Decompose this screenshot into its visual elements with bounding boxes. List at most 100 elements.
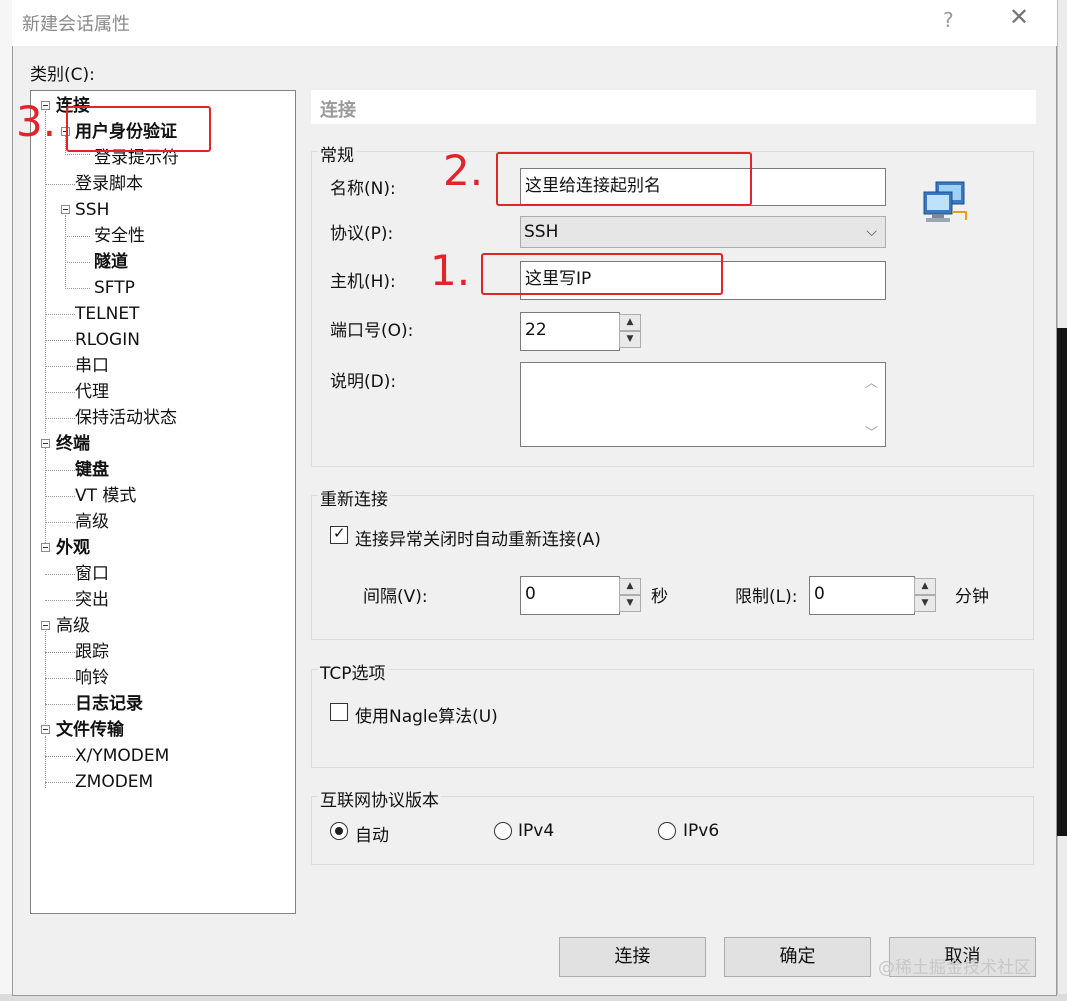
spin-down-icon[interactable]: ▼ bbox=[619, 595, 641, 612]
port-stepper[interactable]: ▲ ▼ bbox=[619, 314, 641, 348]
interval-stepper[interactable]: ▲ ▼ bbox=[619, 578, 641, 612]
auto-reconnect-checkbox[interactable]: ✓ bbox=[330, 524, 348, 544]
annotation-number-3: 3. bbox=[16, 97, 57, 146]
close-button[interactable]: ✕ bbox=[1009, 5, 1029, 29]
tree-item-terminal-advanced[interactable]: 高级 bbox=[75, 511, 109, 533]
general-group-title: 常规 bbox=[318, 141, 356, 166]
tree-item-serial[interactable]: 串口 bbox=[75, 355, 109, 377]
protocol-select[interactable]: SSH ⌵ bbox=[520, 216, 886, 248]
ok-button[interactable]: 确定 bbox=[724, 937, 871, 977]
tree-item-proxy[interactable]: 代理 bbox=[75, 381, 109, 403]
protocol-select-value: SSH bbox=[524, 222, 559, 242]
watermark: @稀土掘金技术社区 bbox=[878, 958, 1031, 978]
tree-connector bbox=[45, 626, 46, 732]
tree-item-window[interactable]: 窗口 bbox=[75, 563, 109, 585]
radio-ipv4[interactable] bbox=[494, 822, 512, 840]
tree-item-bell[interactable]: 响铃 bbox=[75, 667, 109, 689]
category-tree[interactable]: 连接 用户身份验证 登录提示符 登录脚本 SSH 安全性 隧道 SFTP TEL… bbox=[30, 90, 296, 914]
tree-item-zmodem[interactable]: ZMODEM bbox=[75, 771, 153, 793]
tree-connector bbox=[45, 736, 46, 788]
spin-up-icon[interactable]: ▲ bbox=[619, 314, 641, 331]
tree-connector bbox=[65, 236, 90, 237]
chevron-down-icon: ⌵ bbox=[866, 224, 877, 240]
tree-connector bbox=[45, 522, 75, 523]
panel-header bbox=[311, 90, 1036, 124]
nagle-checkbox[interactable] bbox=[330, 703, 348, 721]
interval-unit: 秒 bbox=[651, 587, 668, 607]
tree-connector bbox=[45, 652, 75, 653]
tree-connector bbox=[45, 704, 75, 705]
radio-ipv6-label: IPv6 bbox=[683, 821, 720, 841]
tree-item-sftp[interactable]: SFTP bbox=[94, 277, 135, 299]
description-field[interactable] bbox=[520, 362, 886, 447]
tree-item-highlight[interactable]: 突出 bbox=[75, 589, 109, 611]
tree-item-tunnel[interactable]: 隧道 bbox=[94, 251, 128, 273]
radio-ipv4-label: IPv4 bbox=[518, 821, 555, 841]
tree-connector bbox=[45, 184, 75, 185]
limit-stepper[interactable]: ▲ ▼ bbox=[914, 578, 936, 612]
tree-connector bbox=[45, 600, 75, 601]
reconnect-group-title: 重新连接 bbox=[318, 485, 390, 510]
collapse-icon[interactable] bbox=[61, 205, 70, 214]
annotation-number-1: 1. bbox=[430, 246, 471, 295]
tree-connector bbox=[45, 678, 75, 679]
tree-item-xymodem[interactable]: X/YMODEM bbox=[75, 745, 169, 767]
tree-item-ssh[interactable]: SSH bbox=[75, 199, 109, 221]
limit-field[interactable]: 0 bbox=[809, 576, 915, 615]
spin-up-icon[interactable]: ▲ bbox=[619, 578, 641, 595]
radio-selected-dot bbox=[335, 827, 343, 835]
collapse-icon[interactable] bbox=[41, 543, 50, 552]
collapse-icon[interactable] bbox=[41, 621, 50, 630]
tree-item-terminal[interactable]: 终端 bbox=[56, 433, 90, 455]
radio-auto-label: 自动 bbox=[355, 826, 389, 846]
spin-up-icon[interactable]: ▲ bbox=[914, 578, 936, 595]
tree-connector bbox=[45, 340, 75, 341]
annotation-number-2: 2. bbox=[443, 146, 484, 195]
tree-connector bbox=[45, 443, 46, 547]
annotation-box-host bbox=[481, 253, 723, 295]
tree-connector bbox=[45, 574, 75, 575]
tree-connector bbox=[45, 782, 75, 783]
tree-connector bbox=[45, 496, 75, 497]
help-button[interactable]: ? bbox=[943, 8, 954, 32]
interval-label: 间隔(V): bbox=[363, 587, 428, 607]
protocol-label: 协议(P): bbox=[330, 224, 394, 244]
collapse-icon[interactable] bbox=[41, 725, 50, 734]
tree-item-vt-mode[interactable]: VT 模式 bbox=[75, 485, 136, 507]
limit-unit: 分钟 bbox=[955, 587, 989, 607]
radio-auto[interactable] bbox=[330, 822, 348, 840]
tree-connector bbox=[65, 154, 90, 155]
tree-item-login-script[interactable]: 登录脚本 bbox=[75, 173, 143, 195]
panel-title: 连接 bbox=[320, 100, 356, 121]
collapse-icon[interactable] bbox=[41, 439, 50, 448]
tcp-group-title: TCP选项 bbox=[318, 659, 388, 684]
tree-connector bbox=[45, 756, 75, 757]
tree-connector bbox=[45, 366, 75, 367]
port-label: 端口号(O): bbox=[330, 321, 414, 341]
tree-connector bbox=[45, 470, 75, 471]
tree-item-advanced[interactable]: 高级 bbox=[56, 615, 90, 637]
tree-item-security[interactable]: 安全性 bbox=[94, 225, 145, 247]
port-field[interactable]: 22 bbox=[520, 312, 620, 351]
interval-field[interactable]: 0 bbox=[520, 576, 620, 615]
scroll-up-icon[interactable]: ︿ bbox=[865, 372, 878, 391]
spin-down-icon[interactable]: ▼ bbox=[619, 331, 641, 348]
tree-item-file-transfer[interactable]: 文件传输 bbox=[56, 719, 124, 741]
tree-connector bbox=[65, 288, 90, 289]
scroll-down-icon[interactable]: ﹀ bbox=[865, 422, 878, 441]
tree-item-telnet[interactable]: TELNET bbox=[75, 303, 139, 325]
host-label: 主机(H): bbox=[330, 272, 396, 292]
radio-ipv6[interactable] bbox=[658, 822, 676, 840]
tree-item-trace[interactable]: 跟踪 bbox=[75, 641, 109, 663]
tree-item-keyboard[interactable]: 键盘 bbox=[75, 459, 109, 481]
tree-item-rlogin[interactable]: RLOGIN bbox=[75, 329, 140, 351]
tree-item-appearance[interactable]: 外观 bbox=[56, 537, 90, 559]
connect-button[interactable]: 连接 bbox=[559, 937, 706, 977]
spin-down-icon[interactable]: ▼ bbox=[914, 595, 936, 612]
tree-item-keepalive[interactable]: 保持活动状态 bbox=[75, 407, 177, 429]
dialog-title: 新建会话属性 bbox=[22, 14, 130, 35]
description-label: 说明(D): bbox=[330, 372, 397, 392]
checkmark-icon: ✓ bbox=[333, 524, 346, 542]
tree-item-logging[interactable]: 日志记录 bbox=[75, 693, 143, 715]
category-label: 类别(C): bbox=[30, 65, 95, 85]
